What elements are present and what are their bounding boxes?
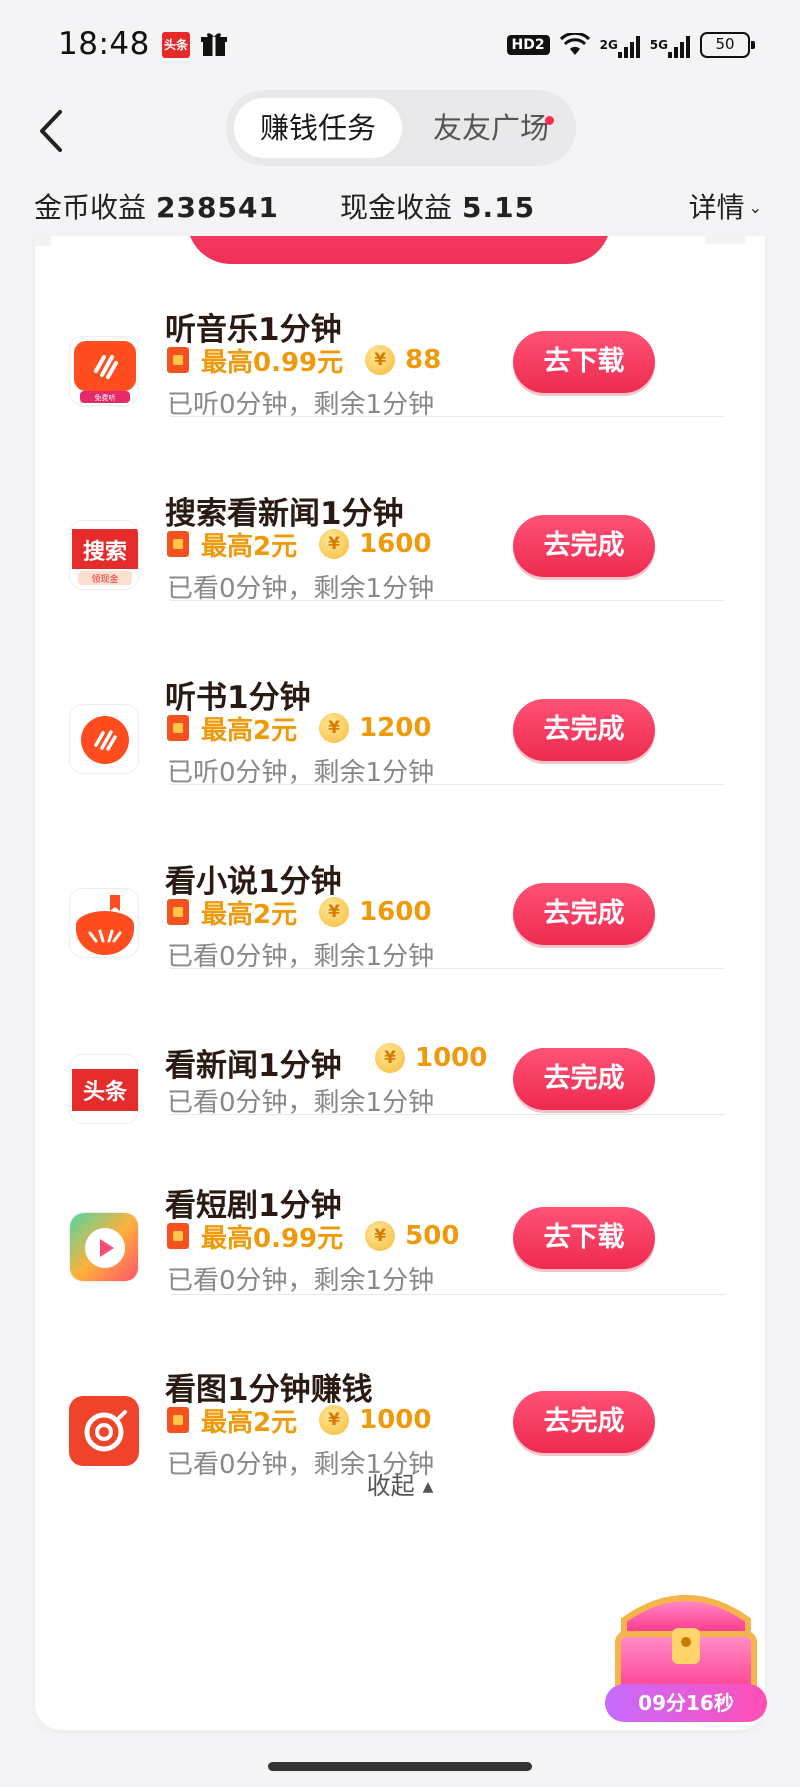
caret-up-icon: ▲ — [422, 1479, 434, 1495]
tab-earn-tasks[interactable]: 赚钱任务 — [234, 98, 402, 158]
reward-cash: 最高2元 — [201, 899, 298, 930]
task-progress: 已看0分钟，剩余1分钟 — [167, 1266, 435, 1296]
chest-countdown: 09分16秒 — [605, 1684, 767, 1722]
task-download-button[interactable]: 去下载 — [513, 1207, 655, 1269]
task-list-card: 免费听 听音乐1分钟 最高0.99元 ¥ 88 已听0分钟，剩余1分钟 去下载 … — [35, 236, 765, 1730]
search-app-icon: 搜索 领现金 — [69, 520, 139, 590]
coin-icon: ¥ — [319, 529, 350, 559]
search-app-icon-label: 搜索 — [83, 540, 127, 565]
coin-icon: ¥ — [319, 1405, 350, 1435]
task-complete-button[interactable]: 去完成 — [513, 515, 655, 577]
reward-cash: 最高2元 — [201, 1407, 298, 1438]
status-time: 18:48 — [58, 26, 150, 62]
reward-coins: 88 — [405, 345, 442, 375]
red-envelope-icon — [167, 1407, 189, 1433]
tab-friends-square[interactable]: 友友广场 — [416, 98, 566, 158]
chevron-down-icon: ⌄ — [748, 198, 762, 217]
cash-earnings: 现金收益 5.15 — [340, 186, 535, 226]
coin-icon: ¥ — [319, 713, 350, 743]
cash-earnings-value: 5.15 — [462, 191, 536, 224]
collapse-label: 收起 — [366, 1472, 415, 1500]
divider — [170, 968, 725, 969]
audiobook-app-icon — [69, 704, 139, 774]
task-reward: ¥ 1000 — [375, 1042, 487, 1074]
wifi-icon — [559, 33, 590, 55]
news-app-icon-label: 头条 — [83, 1079, 128, 1105]
photo-app-icon — [69, 1396, 139, 1466]
signal-5g-icon: 5G — [649, 36, 690, 58]
hd-voice-icon: HD2 — [506, 35, 550, 55]
task-complete-button[interactable]: 去完成 — [513, 1048, 655, 1110]
cash-earnings-label: 现金收益 — [340, 191, 453, 224]
back-arrow-icon[interactable] — [32, 104, 72, 158]
task-title: 看新闻1分钟 — [165, 1040, 342, 1085]
short-drama-app-icon — [69, 1212, 139, 1282]
signal-2g-icon: 2G — [599, 36, 640, 58]
task-title-text: 看新闻1分钟 — [165, 1048, 342, 1084]
coin-earnings-label: 金币收益 — [34, 191, 147, 224]
reward-cash: 最高2元 — [201, 531, 298, 562]
coin-earnings-value: 238541 — [156, 191, 279, 224]
collapse-button[interactable]: 收起 ▲ — [35, 1466, 765, 1501]
coin-icon: ¥ — [375, 1043, 405, 1073]
task-reward: 最高2元 ¥ 1200 — [167, 712, 432, 746]
divider — [705, 236, 745, 244]
main-action-button-partial[interactable] — [187, 236, 611, 264]
red-envelope-icon — [167, 531, 189, 557]
signal-5g-label: 5G — [649, 38, 668, 52]
notification-dot — [545, 116, 554, 125]
divider — [170, 784, 725, 785]
red-envelope-icon — [167, 715, 189, 741]
task-reward: 最高2元 ¥ 1000 — [167, 1404, 432, 1438]
music-app-icon-label: 免费听 — [95, 393, 116, 402]
red-envelope-icon — [167, 347, 189, 373]
coin-earnings: 金币收益 238541 — [34, 186, 279, 226]
task-reward: 最高2元 ¥ 1600 — [167, 896, 432, 930]
page-header: 赚钱任务 友友广场 金币收益 238541 现金收益 5.15 详情 ⌄ — [0, 90, 800, 240]
gift-icon — [201, 33, 227, 56]
reward-coins: 500 — [405, 1221, 460, 1251]
red-envelope-icon — [167, 1223, 189, 1249]
details-label: 详情 — [688, 191, 745, 224]
tab-friends-square-label: 友友广场 — [432, 111, 549, 145]
coin-icon: ¥ — [365, 345, 396, 375]
task-download-button[interactable]: 去下载 — [513, 331, 655, 393]
task-complete-button[interactable]: 去完成 — [513, 699, 655, 761]
novel-app-icon — [69, 888, 139, 958]
divider — [170, 1294, 725, 1295]
reward-coins: 1000 — [415, 1043, 488, 1073]
status-bar: 18:48 头条 HD2 2G 5G 50 — [0, 0, 800, 90]
reward-coins: 1600 — [359, 897, 432, 927]
toutiao-notification-icon: 头条 — [162, 32, 190, 58]
details-link[interactable]: 详情 ⌄ — [689, 186, 762, 226]
divider — [170, 600, 725, 601]
reward-cash: 最高0.99元 — [201, 347, 344, 378]
task-reward: 最高2元 ¥ 1600 — [167, 528, 432, 562]
reward-coins: 1200 — [359, 713, 432, 743]
reward-coins: 1000 — [359, 1405, 432, 1435]
task-complete-button[interactable]: 去完成 — [513, 883, 655, 945]
search-app-icon-sublabel: 领现金 — [91, 573, 118, 585]
task-complete-button[interactable]: 去完成 — [513, 1391, 655, 1453]
reward-cash: 最高0.99元 — [201, 1223, 344, 1254]
task-reward: 最高0.99元 ¥ 88 — [167, 344, 442, 378]
red-envelope-icon — [167, 899, 189, 925]
divider — [170, 1114, 725, 1115]
home-indicator[interactable] — [268, 1762, 532, 1771]
tab-switcher: 赚钱任务 友友广场 — [226, 90, 576, 166]
battery-icon: 50 — [700, 32, 755, 58]
task-reward: 最高0.99元 ¥ 500 — [167, 1220, 460, 1254]
reward-coins: 1600 — [359, 529, 432, 559]
divider — [170, 416, 725, 417]
signal-2g-label: 2G — [599, 38, 618, 52]
coin-icon: ¥ — [365, 1221, 396, 1251]
coin-icon: ¥ — [319, 897, 350, 927]
news-app-icon: 头条 — [69, 1054, 139, 1124]
music-app-icon: 免费听 — [69, 336, 139, 406]
divider — [35, 236, 51, 246]
reward-cash: 最高2元 — [201, 715, 298, 746]
